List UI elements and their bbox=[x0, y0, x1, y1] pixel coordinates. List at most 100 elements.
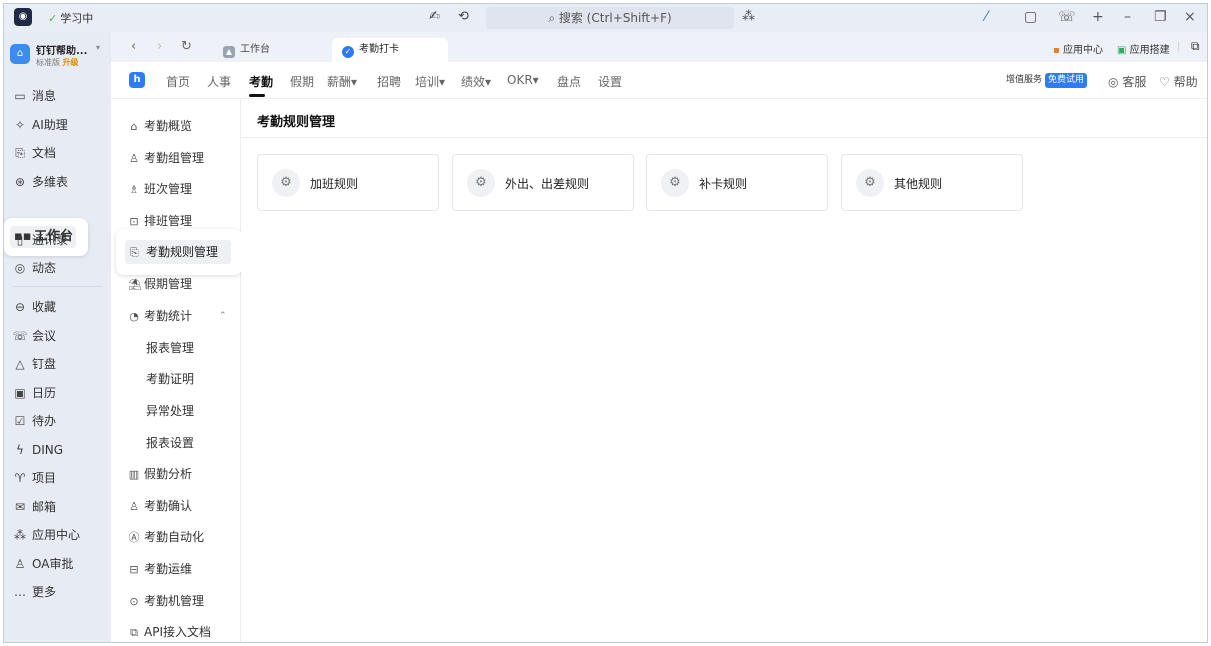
sidebar-item-rule-mgmt-label: ⎘ 考勤规则管理 bbox=[125, 240, 231, 264]
ai-sparkle-icon[interactable]: ✍ bbox=[429, 9, 440, 24]
nav-item-calendar[interactable]: ▣ 日历 bbox=[12, 382, 104, 404]
menu-recruit[interactable]: 招聘 bbox=[377, 73, 401, 90]
sidebar-item-automation[interactable]: Ⓐ 考勤自动化 bbox=[128, 526, 205, 548]
nav-item-moments[interactable]: ◎ 动态 bbox=[12, 257, 104, 279]
nav-item-meeting[interactable]: ☏ 会议 bbox=[12, 325, 104, 347]
menu-attendance[interactable]: 考勤 bbox=[249, 73, 273, 90]
org-switcher[interactable]: ⌂ 钉钉帮助... ▾ 标准版 升级 bbox=[10, 42, 106, 72]
status-indicator[interactable]: ✓ 学习中 bbox=[48, 10, 93, 26]
sidebar-item-rule-mgmt[interactable]: ⎘ 考勤规则管理 bbox=[116, 229, 242, 275]
app-builder-link[interactable]: ▣ 应用搭建 bbox=[1117, 41, 1170, 56]
menu-performance[interactable]: 绩效▾ bbox=[461, 73, 491, 90]
value-added-service[interactable]: 增值服务 免费试用 bbox=[1006, 73, 1088, 88]
tab-attendance[interactable]: ✓ 考勤打卡 bbox=[332, 38, 448, 62]
link-label: 应用搭建 bbox=[1129, 45, 1170, 56]
divider: | bbox=[1177, 41, 1181, 52]
nav-item-more[interactable]: … 更多 bbox=[12, 581, 104, 603]
sidebar-child-report-settings[interactable]: 报表设置 bbox=[146, 432, 194, 454]
sidebar-child-exception[interactable]: 异常处理 bbox=[146, 400, 194, 422]
nav-item-messages[interactable]: ▭ 消息 bbox=[12, 85, 104, 107]
sidebar-child-proof[interactable]: 考勤证明 bbox=[146, 368, 194, 390]
call-icon[interactable]: ☏ bbox=[1058, 9, 1076, 25]
sidebar-item-holiday[interactable]: ⛱ 假期管理 bbox=[128, 273, 192, 295]
close-icon[interactable]: × bbox=[1184, 9, 1196, 25]
nav-item-favorites[interactable]: ⊖ 收藏 bbox=[12, 296, 104, 318]
menu-training[interactable]: 培训▾ bbox=[415, 73, 445, 90]
menu-salary[interactable]: 薪酬▾ bbox=[327, 73, 357, 90]
plus-icon[interactable]: + bbox=[1092, 9, 1104, 25]
menu-home[interactable]: 首页 bbox=[166, 73, 190, 90]
menu-settings[interactable]: 设置 bbox=[598, 73, 622, 90]
nav-label: 应用中心 bbox=[32, 528, 81, 542]
chat-icon[interactable]: ▢ bbox=[1024, 9, 1037, 25]
app-window: ◉ ✓ 学习中 ✍ ⟲ ⌕ 搜索 (Ctrl+Shift+F) ⁂ ⁄ ▢ ☏ +… bbox=[3, 3, 1208, 643]
sidebar-item-confirm[interactable]: ♙ 考勤确认 bbox=[128, 495, 192, 517]
refresh-icon[interactable]: ↻ bbox=[181, 39, 192, 54]
forward-icon[interactable]: › bbox=[157, 39, 162, 54]
global-search-input[interactable]: ⌕ 搜索 (Ctrl+Shift+F) bbox=[486, 7, 734, 29]
menu-hr[interactable]: 人事 bbox=[207, 73, 231, 90]
card-label: 补卡规则 bbox=[699, 177, 748, 191]
nav-item-multitable[interactable]: ⊛ 多维表 bbox=[12, 171, 104, 193]
link-label: 客服 bbox=[1122, 75, 1147, 89]
gear-icon: ⚙ bbox=[661, 169, 689, 197]
app-logo-icon[interactable]: ◉ bbox=[14, 8, 32, 26]
sidebar-item-stats[interactable]: ◔ 考勤统计 bbox=[128, 305, 192, 327]
nav-label: 项目 bbox=[32, 471, 57, 485]
sidebar-item-api[interactable]: ⧉ API接入文档 bbox=[128, 621, 211, 642]
minimize-icon[interactable]: – bbox=[1124, 9, 1131, 25]
nav-divider bbox=[12, 286, 102, 287]
nav-label: 动态 bbox=[32, 261, 57, 275]
app-center-link[interactable]: ▪ 应用中心 bbox=[1053, 41, 1103, 56]
nav-item-mail[interactable]: ✉ 邮箱 bbox=[12, 496, 104, 518]
nav-item-ding[interactable]: ϟ DING bbox=[12, 439, 104, 461]
sidebar-child-report-mgmt[interactable]: 报表管理 bbox=[146, 337, 194, 359]
open-external-icon[interactable]: ⧉ bbox=[1191, 39, 1200, 54]
apps-grid-icon[interactable]: ⁂ bbox=[742, 9, 755, 24]
rule-card-makeup[interactable]: ⚙ 补卡规则 bbox=[646, 154, 828, 211]
contacts-icon: ▯ bbox=[16, 233, 24, 247]
sidebar-item-shift[interactable]: ♗ 班次管理 bbox=[128, 178, 192, 200]
headset-icon: ◎ bbox=[1108, 75, 1119, 89]
tab-label: 考勤打卡 bbox=[359, 44, 399, 55]
sidebar-label: 考勤机管理 bbox=[144, 594, 205, 608]
sidebar-item-group[interactable]: ♙ 考勤组管理 bbox=[128, 147, 204, 169]
link-label: 应用中心 bbox=[1062, 45, 1103, 56]
hr-app-logo-icon[interactable]: h bbox=[129, 72, 145, 88]
nav-item-project[interactable]: ♈ 项目 bbox=[12, 467, 104, 489]
nav-item-oa[interactable]: ♙ OA审批 bbox=[12, 553, 104, 575]
search-placeholder: 搜索 (Ctrl+Shift+F) bbox=[558, 11, 672, 25]
menu-leave[interactable]: 假期 bbox=[290, 73, 314, 90]
sidebar-item-overview[interactable]: ⌂ 考勤概览 bbox=[128, 115, 193, 137]
back-icon[interactable]: ‹ bbox=[131, 39, 136, 54]
customer-service-link[interactable]: ◎ 客服 bbox=[1108, 73, 1146, 90]
api-icon: ⧉ bbox=[130, 626, 138, 639]
ai-assistant-icon[interactable]: ⁄ bbox=[985, 9, 987, 25]
menu-okr[interactable]: OKR▾ bbox=[507, 73, 539, 87]
tab-label: 工作台 bbox=[240, 44, 270, 55]
nav-item-todo[interactable]: ☑ 待办 bbox=[12, 410, 104, 432]
nav-item-contacts[interactable]: ▯ 通讯录 bbox=[12, 229, 104, 251]
restore-icon[interactable]: ❐ bbox=[1154, 9, 1167, 25]
sidebar-item-analysis[interactable]: ▥ 假勤分析 bbox=[128, 463, 192, 485]
card-label: 其他规则 bbox=[894, 177, 943, 191]
menu-inventory[interactable]: 盘点 bbox=[557, 73, 581, 90]
confirm-icon: ♙ bbox=[129, 500, 139, 513]
help-link[interactable]: ♡ 帮助 bbox=[1159, 73, 1198, 90]
chevron-up-icon[interactable]: ⌃ bbox=[219, 311, 227, 321]
rule-card-other[interactable]: ⚙ 其他规则 bbox=[841, 154, 1023, 211]
nav-item-drive[interactable]: △ 钉盘 bbox=[12, 353, 104, 375]
sidebar-item-ops[interactable]: ⊟ 考勤运维 bbox=[128, 558, 192, 580]
nav-item-docs[interactable]: ⎘ 文档 bbox=[12, 142, 104, 164]
nav-label: 待办 bbox=[32, 414, 57, 428]
rule-card-overtime[interactable]: ⚙ 加班规则 bbox=[257, 154, 439, 211]
tab-workbench[interactable]: ▲ 工作台 bbox=[223, 38, 323, 62]
nav-item-app-center[interactable]: ⁂ 应用中心 bbox=[12, 524, 104, 546]
history-icon[interactable]: ⟲ bbox=[458, 9, 469, 24]
bookmark-icon: ⊖ bbox=[14, 300, 26, 314]
rule-card-outing[interactable]: ⚙ 外出、出差规则 bbox=[452, 154, 634, 211]
calendar-icon: ▣ bbox=[14, 386, 26, 400]
sidebar-item-device[interactable]: ⊙ 考勤机管理 bbox=[128, 590, 204, 612]
upgrade-link[interactable]: 升级 bbox=[63, 58, 79, 67]
nav-item-ai[interactable]: ✧ AI助理 bbox=[12, 114, 104, 136]
